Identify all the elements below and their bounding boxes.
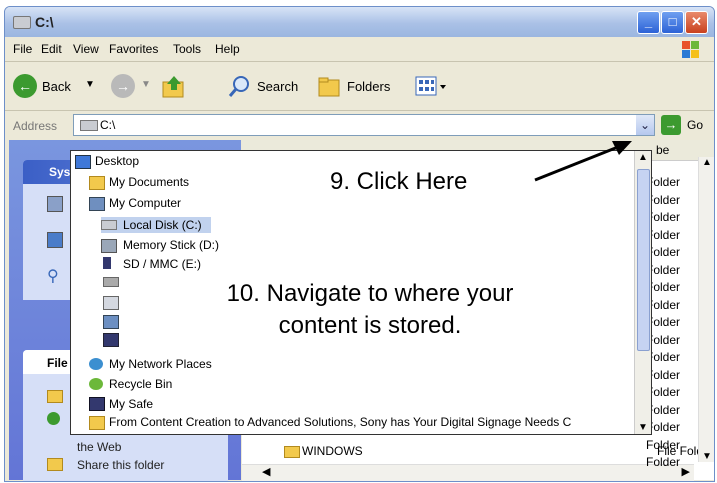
callout-step-10-line1: 10. Navigate to where your — [226, 280, 514, 307]
annotation-arrow — [534, 141, 632, 182]
callout-step-10-line2: content is stored. — [278, 312, 462, 339]
callout-step-9: 9. Click Here — [330, 168, 468, 195]
callout-step-10: 10. Navigate to where your content is st… — [160, 278, 580, 342]
